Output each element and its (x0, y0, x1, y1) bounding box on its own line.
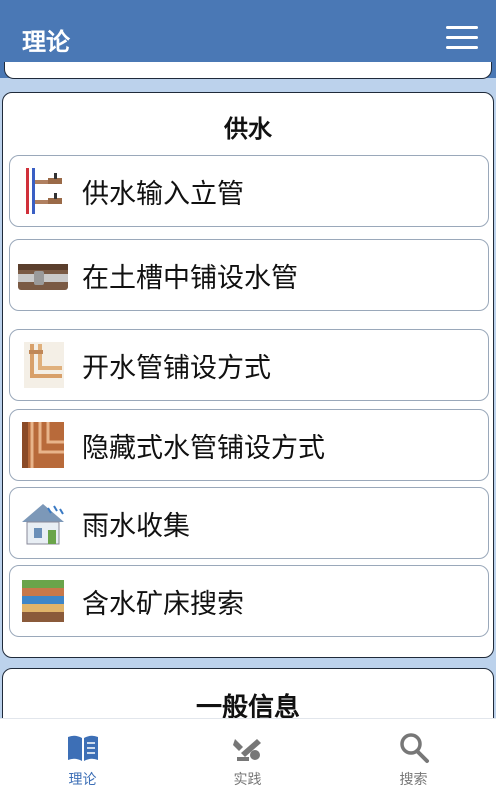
list-item-label: 开水管铺设方式 (82, 353, 271, 384)
trench-pipe-icon (18, 264, 68, 290)
list-item-label: 含水矿床搜索 (82, 589, 244, 620)
tab-theory[interactable]: 理论 (0, 719, 165, 794)
tab-label: 搜索 (399, 772, 428, 788)
list-item-label: 隐藏式水管铺设方式 (82, 433, 325, 464)
previous-card-edge (4, 62, 492, 79)
search-icon (399, 733, 429, 763)
tab-label: 理论 (68, 772, 97, 788)
list-item-riser-pipe[interactable]: 供水输入立管 (9, 155, 489, 227)
list-item-open-pipe[interactable]: 开水管铺设方式 (9, 329, 489, 401)
list-item-label: 雨水收集 (82, 511, 190, 542)
hidden-pipe-icon (22, 422, 64, 468)
tools-icon (232, 739, 261, 761)
rain-house-icon (22, 504, 64, 545)
list-item-trench-pipe[interactable]: 在土槽中铺设水管 (9, 239, 489, 311)
list-item-label: 在土槽中铺设水管 (82, 263, 298, 294)
section-title: 供水 (224, 115, 272, 143)
list-item-aquifer-search[interactable]: 含水矿床搜索 (9, 565, 489, 637)
list-item-label: 供水输入立管 (82, 179, 244, 210)
list-item-hidden-pipe[interactable]: 隐藏式水管铺设方式 (9, 409, 489, 481)
tab-label: 实践 (233, 772, 262, 788)
list-item-rain-harvesting[interactable]: 雨水收集 (9, 487, 489, 559)
bottom-tab-bar: 理论 实践 搜索 (0, 718, 496, 794)
tab-practice[interactable]: 实践 (165, 719, 330, 794)
page-title: 理论 (22, 28, 70, 56)
book-icon (67, 735, 98, 761)
tab-search[interactable]: 搜索 (331, 719, 496, 794)
hamburger-menu-icon[interactable] (446, 26, 478, 50)
riser-pipe-icon (26, 168, 62, 214)
open-pipe-icon (24, 342, 64, 388)
water-supply-card: 供水 供水输入立管 在土槽中铺设水管 开水管铺设方式 隐藏式水管铺设方式 雨水收… (2, 92, 494, 658)
aquifer-layers-icon (22, 580, 64, 622)
